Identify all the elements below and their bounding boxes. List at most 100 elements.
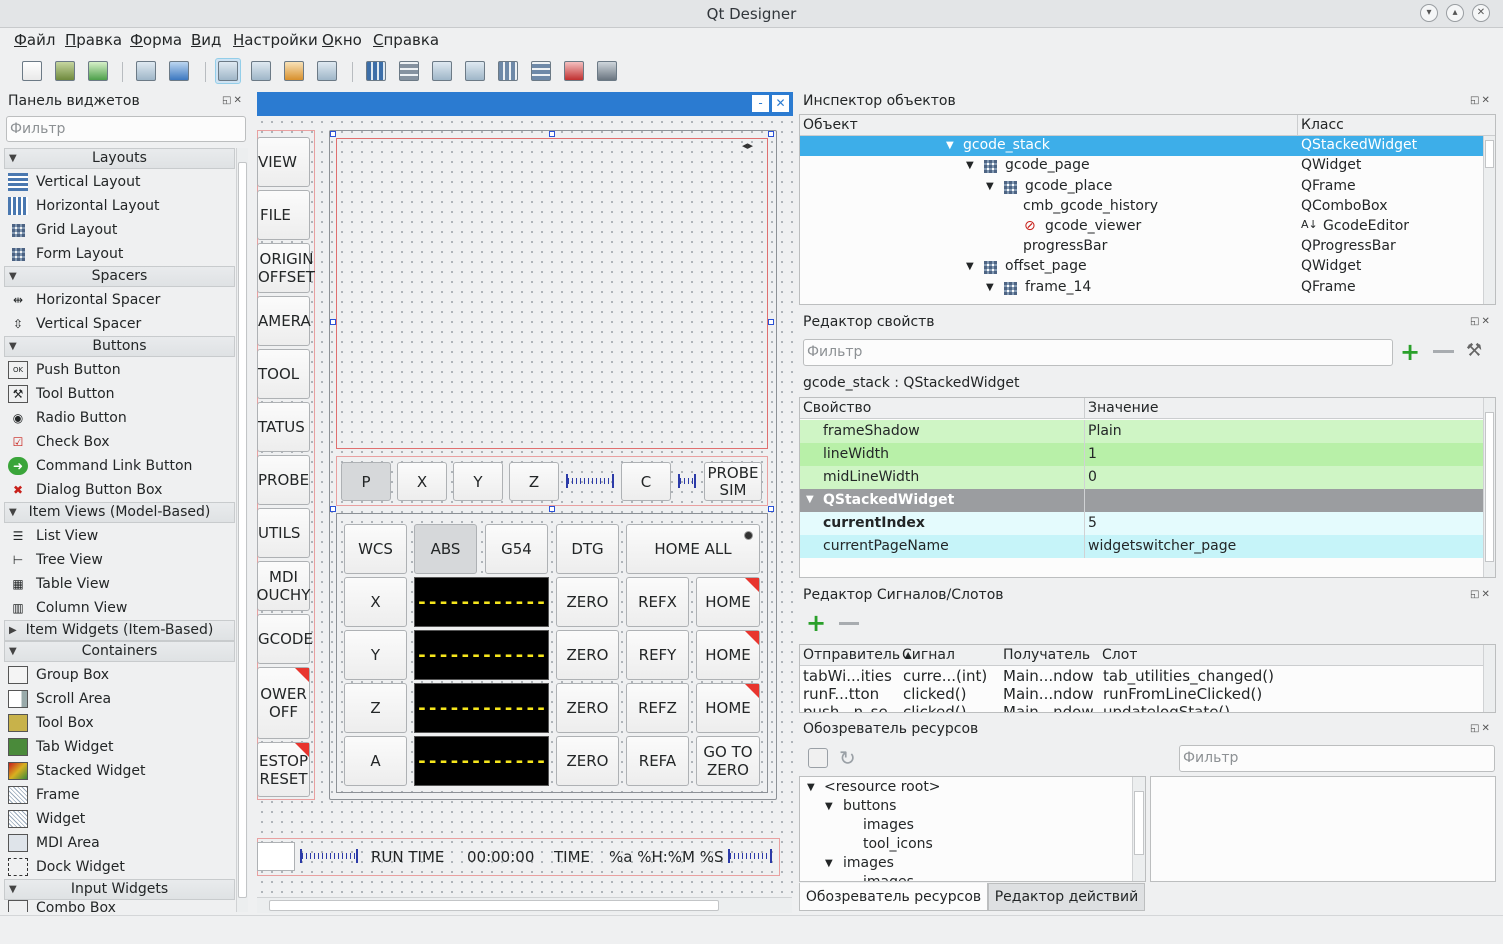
prop-mid-line-width[interactable]: midLineWidth 0	[800, 466, 1483, 489]
resource-tree-scrollbar[interactable]	[1132, 777, 1145, 881]
property-scrollbar[interactable]	[1483, 398, 1495, 577]
col-sender[interactable]: Отправитель ▴	[803, 647, 912, 663]
form-close-icon[interactable]: ✕	[772, 95, 789, 112]
axis-label-z[interactable]: Z	[344, 683, 407, 733]
tree-row-gcode-stack[interactable]: ▼ gcode_stack QStackedWidget	[800, 136, 1483, 156]
widget-column-view[interactable]: ▥ Column View	[8, 596, 127, 620]
remove-connection-icon[interactable]	[839, 622, 859, 625]
layout-vertical-icon[interactable]	[396, 58, 422, 84]
break-layout-icon[interactable]	[561, 58, 587, 84]
connection-row[interactable]: runF...tton clicked() Main...ndow runFromLi…	[800, 684, 1483, 704]
side-button-tool[interactable]: TOOL	[257, 349, 310, 399]
widget-stacked-widget[interactable]: Stacked Widget	[8, 759, 146, 783]
save-icon[interactable]	[85, 58, 111, 84]
widget-grid-layout[interactable]: Grid Layout	[8, 218, 117, 242]
resource-filter-input[interactable]: Фильтр	[1179, 745, 1495, 772]
menu-help[interactable]: Справка	[373, 31, 439, 49]
menu-settings[interactable]: Настройки	[233, 31, 318, 49]
side-button-probe[interactable]: PROBE	[257, 455, 310, 505]
widget-vertical-layout[interactable]: Vertical Layout	[8, 170, 140, 194]
widget-widget[interactable]: Widget	[8, 807, 85, 831]
property-filter-input[interactable]: Фильтр	[803, 339, 1393, 366]
widget-tool-box[interactable]: Tool Box	[8, 711, 94, 735]
minimize-icon[interactable]: ▾	[1420, 4, 1438, 22]
col-receiver[interactable]: Получатель	[1003, 647, 1090, 663]
dtg-button[interactable]: DTG	[556, 524, 619, 574]
zero-a-button[interactable]: ZERO	[556, 736, 619, 786]
status-input[interactable]	[257, 842, 295, 871]
ref-x-button[interactable]: REFX	[626, 577, 689, 627]
col-slot[interactable]: Слот	[1102, 647, 1137, 663]
prop-line-width[interactable]: lineWidth 1	[800, 443, 1483, 466]
axis-label-a[interactable]: A	[344, 736, 407, 786]
axis-z-button[interactable]: Z	[509, 462, 559, 501]
axis-label-x[interactable]: X	[344, 577, 407, 627]
widget-horizontal-layout[interactable]: Horizontal Layout	[8, 194, 160, 218]
widget-tree-view[interactable]: ⊢ Tree View	[8, 548, 103, 572]
menu-view[interactable]: Вид	[191, 31, 221, 49]
home-y-button[interactable]: HOME	[696, 630, 760, 680]
widget-scroll-area[interactable]: Scroll Area	[8, 687, 111, 711]
object-inspector-scrollbar[interactable]	[1483, 136, 1495, 304]
connection-row[interactable]: tabWi...ities curre...(int) Main...ndow tab…	[800, 666, 1483, 686]
configure-icon[interactable]: ⚒	[1466, 340, 1482, 361]
edit-resources-icon[interactable]	[808, 748, 828, 768]
widget-command-link-button[interactable]: ➜ Command Link Button	[8, 454, 192, 478]
widget-box-scrollbar[interactable]	[236, 148, 248, 912]
ref-y-button[interactable]: REFY	[626, 630, 689, 680]
widget-tool-button[interactable]: ⚒ Tool Button	[8, 382, 115, 406]
widget-radio-button[interactable]: ◉ Radio Button	[8, 406, 127, 430]
layout-form-icon[interactable]	[528, 58, 554, 84]
edit-signals-icon[interactable]	[248, 58, 274, 84]
close-icon[interactable]: ✕	[1472, 4, 1490, 22]
reload-icon[interactable]: ↻	[839, 746, 856, 770]
ref-a-button[interactable]: REFA	[626, 736, 689, 786]
side-button-camera[interactable]: AMERA	[257, 296, 311, 346]
category-spacers[interactable]: ▼ Spacers	[4, 266, 235, 287]
dock-float-close-icons[interactable]: ◱✕	[1470, 589, 1492, 600]
menu-file[interactable]: Файл	[14, 31, 55, 49]
prop-frame-shadow[interactable]: frameShadow Plain	[800, 420, 1483, 443]
zero-z-button[interactable]: ZERO	[556, 683, 619, 733]
category-item-views[interactable]: ▼ Item Views (Model-Based)	[4, 502, 235, 523]
menu-form[interactable]: Форма	[130, 31, 182, 49]
widget-combo-box[interactable]: Combo Box	[8, 900, 116, 912]
menu-window[interactable]: Окно	[322, 31, 362, 49]
dock-float-close-icons[interactable]: ◱✕	[222, 95, 244, 106]
adjust-size-icon[interactable]	[594, 58, 620, 84]
side-button-view[interactable]: VIEW	[257, 137, 310, 187]
side-button-origin-offset[interactable]: ORIGIN OFFSET	[257, 243, 315, 293]
home-all-button[interactable]: HOME ALL	[626, 524, 760, 574]
dock-float-close-icons[interactable]: ◱✕	[1470, 95, 1492, 106]
tab-resource-browser[interactable]: Обозреватель ресурсов	[799, 883, 988, 911]
g54-button[interactable]: G54	[485, 524, 548, 574]
widget-table-view[interactable]: ▦ Table View	[8, 572, 110, 596]
widget-vertical-spacer[interactable]: ⇳ Vertical Spacer	[8, 312, 141, 336]
tree-row-gcode-page[interactable]: ▼ gcode_page QWidget	[800, 156, 1483, 176]
side-button-status[interactable]: TATUS	[257, 402, 310, 452]
category-input-widgets[interactable]: ▼ Input Widgets	[4, 879, 235, 900]
side-button-estop-reset[interactable]: ESTOP RESET	[257, 742, 310, 797]
tree-row-offset-page[interactable]: ▼ offset_page QWidget	[800, 257, 1483, 277]
widget-frame[interactable]: Frame	[8, 783, 80, 807]
connections-scrollbar[interactable]	[1483, 645, 1495, 712]
prop-current-page-name[interactable]: currentPageName widgetswitcher_page	[800, 535, 1483, 558]
col-property[interactable]: Свойство	[803, 400, 871, 416]
maximize-icon[interactable]: ▴	[1446, 4, 1464, 22]
edit-widgets-icon[interactable]	[215, 58, 241, 84]
col-object[interactable]: Объект	[803, 117, 858, 133]
side-button-mdi-touchy[interactable]: MDI OUCHY	[257, 561, 310, 611]
layout-grid-icon[interactable]	[495, 58, 521, 84]
category-buttons[interactable]: ▼ Buttons	[4, 336, 235, 357]
axis-y-button[interactable]: Y	[453, 462, 503, 501]
dock-float-close-icons[interactable]: ◱✕	[1470, 723, 1492, 734]
col-value[interactable]: Значение	[1088, 400, 1158, 416]
open-folder-icon[interactable]	[52, 58, 78, 84]
widget-dialog-button-box[interactable]: ✖ Dialog Button Box	[8, 478, 162, 502]
add-property-icon[interactable]: +	[1400, 340, 1420, 364]
dock-float-close-icons[interactable]: ◱✕	[1470, 316, 1492, 327]
home-z-button[interactable]: HOME	[696, 683, 760, 733]
add-connection-icon[interactable]: +	[806, 611, 826, 635]
form-h-scrollbar[interactable]	[257, 897, 792, 913]
abs-button[interactable]: ABS	[414, 524, 477, 574]
